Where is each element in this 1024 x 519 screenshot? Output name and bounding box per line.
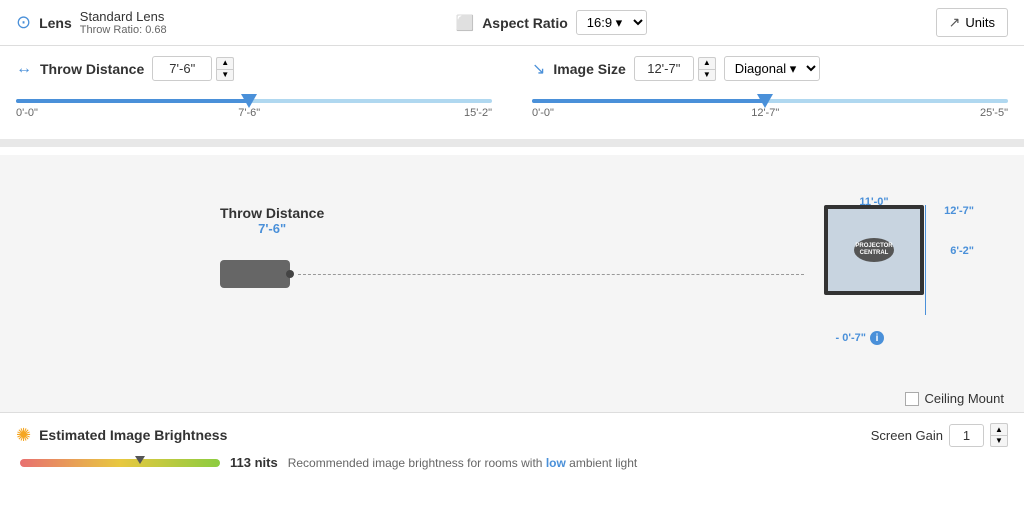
brightness-title: Estimated Image Brightness <box>39 427 227 443</box>
throw-distance-thumb[interactable] <box>241 94 257 108</box>
projector-shape <box>220 260 290 288</box>
throw-distance-fill <box>16 99 249 103</box>
aspect-ratio-select[interactable]: 16:9 ▾ 4:3 2.35:1 <box>576 10 647 35</box>
lens-label: Lens <box>39 15 72 31</box>
image-size-min: 0'-0" <box>532 107 554 119</box>
throw-label-value: 7'-6" <box>220 221 324 236</box>
throw-distance-value: 7'-6" <box>152 56 212 81</box>
throw-distance-label: Throw Distance <box>40 61 144 77</box>
screen-gain-label: Screen Gain <box>871 428 943 443</box>
ceiling-mount-row: Ceiling Mount <box>0 385 1024 412</box>
dim-diagonal-label: 12'-7" <box>944 205 974 217</box>
divider <box>0 139 1024 147</box>
offset-label: - 0'-7" i <box>836 331 884 345</box>
throw-distance-spinner-btns: ▲ ▼ <box>216 57 234 81</box>
lens-icon: ⊙ <box>16 12 31 33</box>
aspect-ratio-section: ⬜ Aspect Ratio 16:9 ▾ 4:3 2.35:1 <box>456 10 647 35</box>
image-size-up[interactable]: ▲ <box>698 57 716 69</box>
image-size-label: Image Size <box>553 61 625 77</box>
throw-distance-icon: ↔ <box>16 60 32 78</box>
lens-name: Standard Lens <box>80 9 167 24</box>
image-size-max: 25'-5" <box>980 107 1008 119</box>
aspect-ratio-icon: ⬜ <box>456 14 475 32</box>
projector-central-logo: PROJECTOR CENTRAL <box>854 238 894 262</box>
image-size-slider-container: 0'-0" 12'-7" 25'-5" <box>532 91 1008 121</box>
image-size-value: 12'-7" <box>634 56 694 81</box>
brightness-bar: ✺ Estimated Image Brightness Screen Gain… <box>0 412 1024 480</box>
brightness-nits: 113 nits <box>230 455 278 470</box>
image-size-thumb[interactable] <box>757 94 773 108</box>
ceiling-mount-label: Ceiling Mount <box>925 391 1005 406</box>
gradient-bar <box>20 459 220 467</box>
gradient-bar-container <box>20 456 220 470</box>
throw-distance-slider-labels: 0'-0" 7'-6" 15'-2" <box>16 107 492 119</box>
lens-throw-ratio: Throw Ratio: 0.68 <box>80 24 167 36</box>
dim-height-line <box>925 205 926 315</box>
screen-gain-spinner: ▲ ▼ <box>990 423 1008 447</box>
image-size-mode-select[interactable]: Diagonal ▾ Width Height <box>724 56 820 81</box>
projector-img <box>220 260 290 288</box>
brightness-note: Recommended image brightness for rooms w… <box>288 456 638 470</box>
screen-container: 11'-0" 12'-7" PROJECTOR CENTRAL 6'-2" <box>804 195 944 325</box>
image-size-current: 12'-7" <box>751 107 779 119</box>
throw-distance-group: ↔ Throw Distance 7'-6" ▲ ▼ 0'-0" 7' <box>16 56 492 139</box>
diagram-inner: Throw Distance 7'-6" 11'-0" 12'-7" <box>20 175 1004 375</box>
image-size-track <box>532 99 1008 103</box>
diagram-area: Throw Distance 7'-6" 11'-0" 12'-7" <box>0 155 1024 385</box>
units-button[interactable]: ↗ Units <box>936 8 1008 37</box>
units-icon: ↗ <box>949 14 961 31</box>
throw-label-title: Throw Distance <box>220 205 324 221</box>
throw-label-block: Throw Distance 7'-6" <box>220 205 324 236</box>
image-size-slider-labels: 0'-0" 12'-7" 25'-5" <box>532 107 1008 119</box>
image-size-group: ↘ Image Size 12'-7" ▲ ▼ Diagonal ▾ Width… <box>532 56 1008 139</box>
lens-detail: Standard Lens Throw Ratio: 0.68 <box>80 9 167 36</box>
throw-distance-min: 0'-0" <box>16 107 38 119</box>
throw-distance-slider-container: 0'-0" 7'-6" 15'-2" <box>16 91 492 121</box>
throw-distance-down[interactable]: ▼ <box>216 69 234 81</box>
throw-distance-up[interactable]: ▲ <box>216 57 234 69</box>
image-size-header: ↘ Image Size 12'-7" ▲ ▼ Diagonal ▾ Width… <box>532 56 1008 81</box>
main-container: ⊙ Lens Standard Lens Throw Ratio: 0.68 ⬜… <box>0 0 1024 519</box>
image-size-spinner-btns: ▲ ▼ <box>698 57 716 81</box>
gradient-marker <box>135 456 145 464</box>
projector-lens <box>286 270 294 278</box>
image-size-fill <box>532 99 765 103</box>
lens-section: ⊙ Lens Standard Lens Throw Ratio: 0.68 <box>16 9 167 36</box>
brightness-icon: ✺ <box>16 425 31 446</box>
offset-value: - 0'-7" <box>836 332 866 344</box>
dim-height-label: 6'-2" <box>950 245 974 257</box>
brightness-title-group: ✺ Estimated Image Brightness <box>16 425 227 446</box>
image-size-spinner-group: 12'-7" ▲ ▼ <box>634 56 716 81</box>
screen-inner: PROJECTOR CENTRAL <box>828 209 920 291</box>
info-icon[interactable]: i <box>870 331 884 345</box>
aspect-ratio-label: Aspect Ratio <box>482 15 568 31</box>
top-bar: ⊙ Lens Standard Lens Throw Ratio: 0.68 ⬜… <box>0 0 1024 46</box>
throw-distance-current: 7'-6" <box>238 107 260 119</box>
throw-distance-track <box>16 99 492 103</box>
screen-gain-group: Screen Gain 1 ▲ ▼ <box>871 423 1008 447</box>
screen-frame: PROJECTOR CENTRAL <box>824 205 924 295</box>
screen-gain-value: 1 <box>949 424 984 447</box>
units-label: Units <box>965 15 995 30</box>
throw-distance-spinner-group: 7'-6" ▲ ▼ <box>152 56 234 81</box>
dashed-line <box>298 274 804 275</box>
image-size-icon: ↘ <box>532 59 545 79</box>
image-size-down[interactable]: ▼ <box>698 69 716 81</box>
ceiling-mount-checkbox[interactable] <box>905 392 919 406</box>
brightness-header: ✺ Estimated Image Brightness Screen Gain… <box>16 423 1008 447</box>
controls-row: ↔ Throw Distance 7'-6" ▲ ▼ 0'-0" 7' <box>0 46 1024 139</box>
throw-distance-header: ↔ Throw Distance 7'-6" ▲ ▼ <box>16 56 492 81</box>
screen-gain-up[interactable]: ▲ <box>990 423 1008 435</box>
screen-gain-down[interactable]: ▼ <box>990 435 1008 447</box>
throw-distance-max: 15'-2" <box>464 107 492 119</box>
brightness-meter: 113 nits Recommended image brightness fo… <box>16 455 1008 470</box>
